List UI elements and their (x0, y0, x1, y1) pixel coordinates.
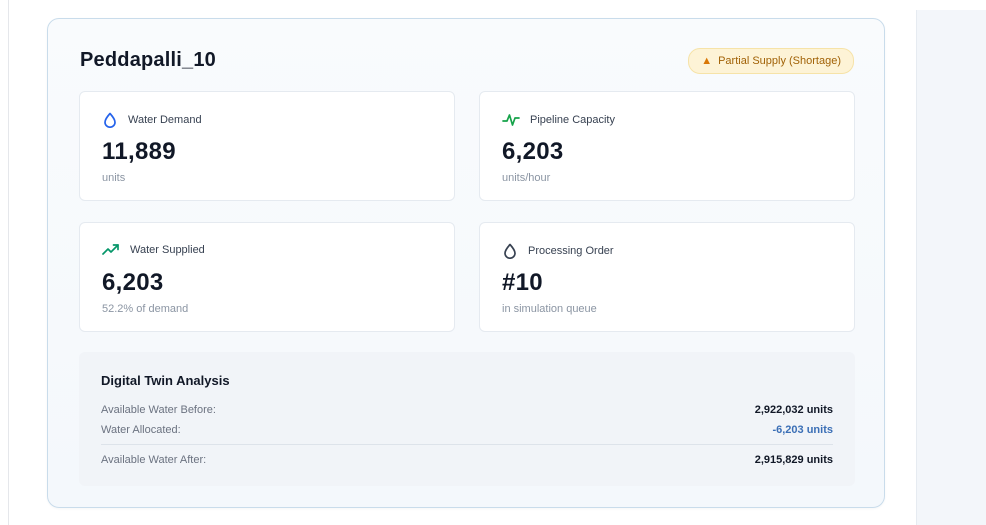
metric-value: 11,889 (102, 138, 176, 165)
metric-card-water-demand: Water Demand 11,889 units (79, 91, 455, 201)
metric-card-water-supplied: Water Supplied 6,203 52.2% of demand (79, 222, 455, 332)
trending-up-icon (102, 243, 120, 257)
metric-card-processing-order: Processing Order #10 in simulation queue (479, 222, 855, 332)
metric-value: 6,203 (102, 269, 164, 296)
metric-card-pipeline-capacity: Pipeline Capacity 6,203 units/hour (479, 91, 855, 201)
analysis-row-water-allocated: Water Allocated: -6,203 units (101, 424, 833, 436)
region-detail-card: Peddapalli_10 ▲ Partial Supply (Shortage… (47, 18, 885, 508)
analysis-divider (101, 444, 833, 445)
metric-label: Processing Order (528, 245, 614, 257)
metric-header: Processing Order (502, 243, 614, 259)
page: Peddapalli_10 ▲ Partial Supply (Shortage… (0, 0, 986, 525)
status-badge-label: Partial Supply (Shortage) (718, 55, 841, 67)
left-divider (8, 0, 9, 525)
analysis-row-value: -6,203 units (772, 424, 833, 436)
metric-header: Water Demand (102, 112, 202, 128)
region-title: Peddapalli_10 (80, 49, 216, 71)
right-side-panel (916, 10, 986, 525)
metric-unit: units/hour (502, 172, 551, 184)
metric-subtext: in simulation queue (502, 303, 597, 315)
analysis-row-label: Water Allocated: (101, 424, 181, 436)
warning-icon: ▲ (701, 54, 713, 67)
digital-twin-analysis-panel: Digital Twin Analysis Available Water Be… (79, 352, 855, 486)
metric-label: Pipeline Capacity (530, 114, 615, 126)
analysis-row-value: 2,915,829 units (754, 454, 833, 466)
metric-subtext: 52.2% of demand (102, 303, 189, 315)
metric-header: Water Supplied (102, 243, 205, 257)
analysis-title: Digital Twin Analysis (101, 373, 230, 388)
metric-value: 6,203 (502, 138, 564, 165)
analysis-row-label: Available Water Before: (101, 404, 216, 416)
droplet-icon (502, 243, 518, 259)
metric-value: #10 (502, 269, 543, 296)
droplet-icon (102, 112, 118, 128)
metric-unit: units (102, 172, 126, 184)
analysis-row-available-before: Available Water Before: 2,922,032 units (101, 404, 833, 416)
metric-label: Water Supplied (130, 244, 205, 256)
analysis-row-label: Available Water After: (101, 454, 207, 466)
metric-header: Pipeline Capacity (502, 112, 615, 128)
status-badge: ▲ Partial Supply (Shortage) (688, 48, 854, 74)
activity-icon (502, 112, 520, 128)
metric-label: Water Demand (128, 114, 202, 126)
analysis-row-value: 2,922,032 units (754, 404, 833, 416)
analysis-row-available-after: Available Water After: 2,915,829 units (101, 454, 833, 466)
